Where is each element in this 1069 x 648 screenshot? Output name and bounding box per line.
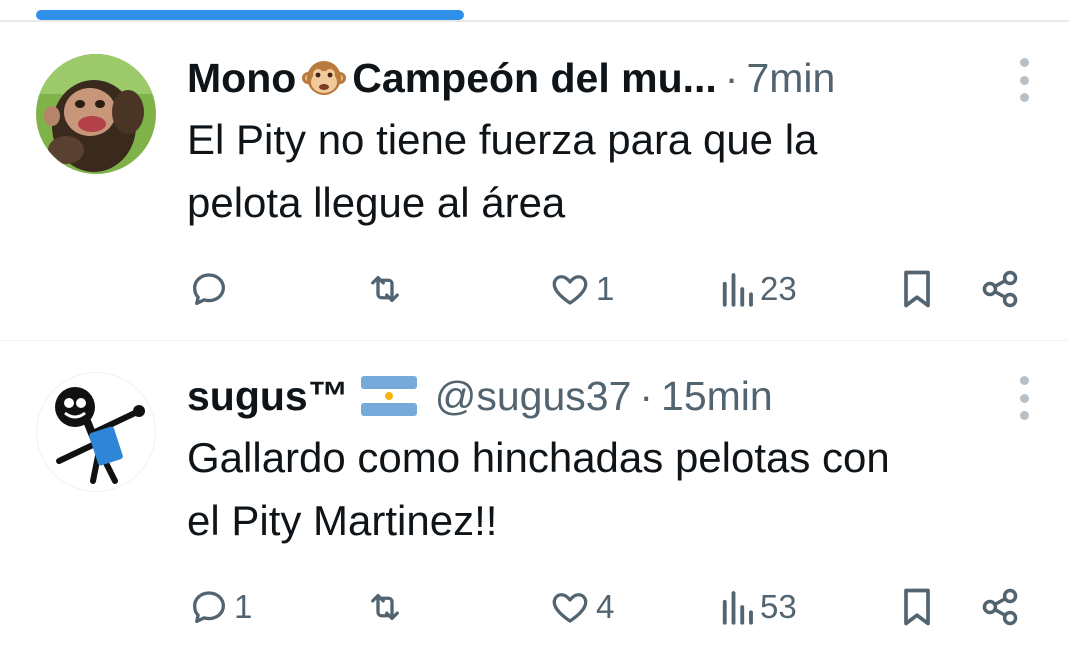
retweet-button[interactable] (362, 582, 412, 632)
tweet-text: Gallardo como hinchadas pelotas con el P… (187, 426, 1047, 552)
action-bar: 1 4 53 (0, 582, 1069, 632)
display-name[interactable]: Mono (187, 55, 296, 102)
argentina-flag-icon (360, 376, 417, 416)
reply-button[interactable] (188, 264, 234, 314)
bookmark-icon (904, 270, 930, 308)
like-button[interactable]: 4 (548, 582, 614, 632)
retweet-icon (371, 593, 399, 621)
views-button[interactable]: 23 (718, 264, 797, 314)
user-handle[interactable]: @sugus37 (435, 373, 632, 420)
reply-icon (192, 273, 226, 306)
tweet-text-line: el Pity Martinez!! (187, 497, 498, 544)
views-count: 53 (760, 588, 797, 625)
display-name-suffix[interactable]: Campeón del mu... (352, 55, 717, 102)
share-button[interactable] (978, 264, 1022, 314)
separator-dot: · (724, 54, 739, 101)
avatar[interactable] (36, 54, 156, 174)
heart-icon (552, 275, 588, 305)
loading-bar-fill (36, 10, 464, 20)
timestamp[interactable]: 7min (746, 55, 835, 102)
tweet-text-line: pelota llegue al área (187, 179, 566, 226)
tweet-header: Mono Campeón del mu... · 7min (187, 50, 835, 106)
reply-button[interactable]: 1 (188, 582, 252, 632)
views-count: 23 (760, 270, 797, 307)
heart-icon (552, 593, 588, 623)
separator-dot: · (639, 372, 654, 419)
tweet[interactable]: Mono Campeón del mu... · 7min El Pity no… (0, 22, 1069, 341)
reply-count: 1 (234, 588, 253, 625)
tweet[interactable]: sugus™ @sugus37 · 15min Gallardo como hi… (0, 342, 1069, 648)
like-count: 1 (596, 270, 615, 307)
bookmark-button[interactable] (898, 582, 936, 632)
more-options-icon[interactable] (1017, 58, 1031, 102)
monkey-face-icon (302, 56, 347, 100)
timestamp[interactable]: 15min (661, 373, 773, 420)
reply-icon (192, 591, 226, 624)
retweet-icon (371, 275, 399, 303)
share-icon (982, 588, 1018, 626)
tweet-header: sugus™ @sugus37 · 15min (187, 368, 773, 424)
bookmark-button[interactable] (898, 264, 936, 314)
display-name[interactable]: sugus™ (187, 373, 349, 420)
retweet-button[interactable] (362, 264, 412, 314)
action-bar: 1 23 (0, 264, 1069, 314)
tweet-text-line: El Pity no tiene fuerza para que la (187, 116, 818, 163)
tweet-text-line: Gallardo como hinchadas pelotas con (187, 434, 890, 481)
tweet-text: El Pity no tiene fuerza para que la pelo… (187, 108, 1047, 234)
share-icon (982, 270, 1018, 308)
views-button[interactable]: 53 (718, 582, 797, 632)
avatar[interactable] (36, 372, 156, 492)
more-options-icon[interactable] (1017, 376, 1031, 420)
views-icon (722, 591, 753, 625)
bookmark-icon (904, 588, 930, 626)
like-button[interactable]: 1 (548, 264, 614, 314)
like-count: 4 (596, 588, 615, 625)
share-button[interactable] (978, 582, 1022, 632)
views-icon (722, 273, 753, 307)
